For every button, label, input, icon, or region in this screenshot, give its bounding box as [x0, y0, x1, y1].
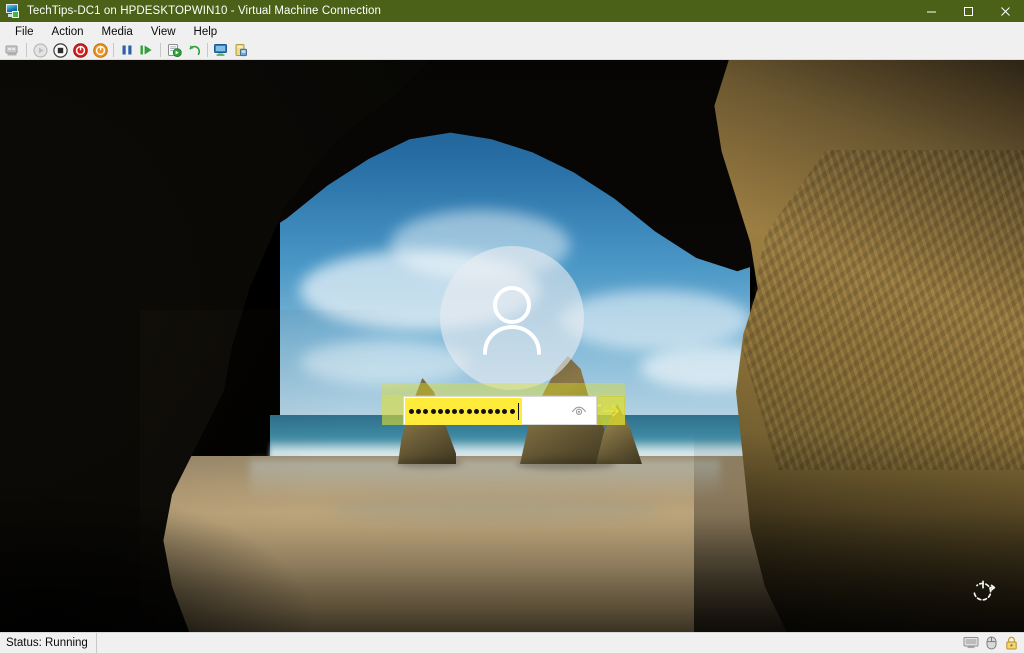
checkpoint-button[interactable]: [164, 41, 184, 59]
status-bar-icons: [963, 635, 1019, 650]
ctrl-alt-delete-button[interactable]: [3, 41, 23, 59]
start-button[interactable]: [30, 41, 50, 59]
menu-media[interactable]: Media: [93, 24, 142, 40]
menu-file[interactable]: File: [6, 24, 43, 40]
password-input[interactable]: [403, 396, 597, 425]
password-row: [403, 396, 625, 425]
tool-bar: [0, 41, 1024, 60]
password-masked-value: [409, 397, 515, 426]
enhanced-session-button[interactable]: [211, 41, 231, 59]
menu-help[interactable]: Help: [185, 24, 227, 40]
window-controls: [913, 0, 1024, 22]
toolbar-separator: [160, 43, 161, 57]
maximize-button[interactable]: [950, 0, 987, 22]
share-button[interactable]: [231, 41, 251, 59]
eye-reveal-icon[interactable]: [571, 404, 587, 418]
toolbar-separator: [113, 43, 114, 57]
toolbar-separator: [26, 43, 27, 57]
submit-password-button[interactable]: [597, 396, 625, 425]
screen-icon: [963, 635, 979, 650]
lock-icon: [1003, 635, 1019, 650]
minimize-button[interactable]: [913, 0, 950, 22]
text-caret: [518, 403, 519, 420]
revert-button[interactable]: [184, 41, 204, 59]
mouse-icon: [983, 635, 999, 650]
title-bar: TechTips-DC1 on HPDESKTOPWIN10 - Virtual…: [0, 0, 1024, 22]
login-screen: Administrator: [0, 60, 1024, 632]
menu-action[interactable]: Action: [43, 24, 93, 40]
window-title: TechTips-DC1 on HPDESKTOPWIN10 - Virtual…: [27, 5, 382, 17]
turn-off-button[interactable]: [50, 41, 70, 59]
shut-down-button[interactable]: [70, 41, 90, 59]
resume-button[interactable]: [137, 41, 157, 59]
menu-view[interactable]: View: [142, 24, 185, 40]
vm-connection-icon: [5, 3, 21, 19]
pause-button[interactable]: [117, 41, 137, 59]
toolbar-separator: [207, 43, 208, 57]
status-text: Status: Running: [0, 633, 97, 653]
reset-button[interactable]: [90, 41, 110, 59]
vm-screen[interactable]: Administrator: [0, 60, 1024, 632]
status-bar: Status: Running: [0, 632, 1024, 653]
user-avatar-icon: [440, 246, 584, 390]
power-restart-icon[interactable]: [966, 574, 1000, 608]
menu-bar: File Action Media View Help: [0, 22, 1024, 41]
close-button[interactable]: [987, 0, 1024, 22]
vm-connection-window: TechTips-DC1 on HPDESKTOPWIN10 - Virtual…: [0, 0, 1024, 653]
